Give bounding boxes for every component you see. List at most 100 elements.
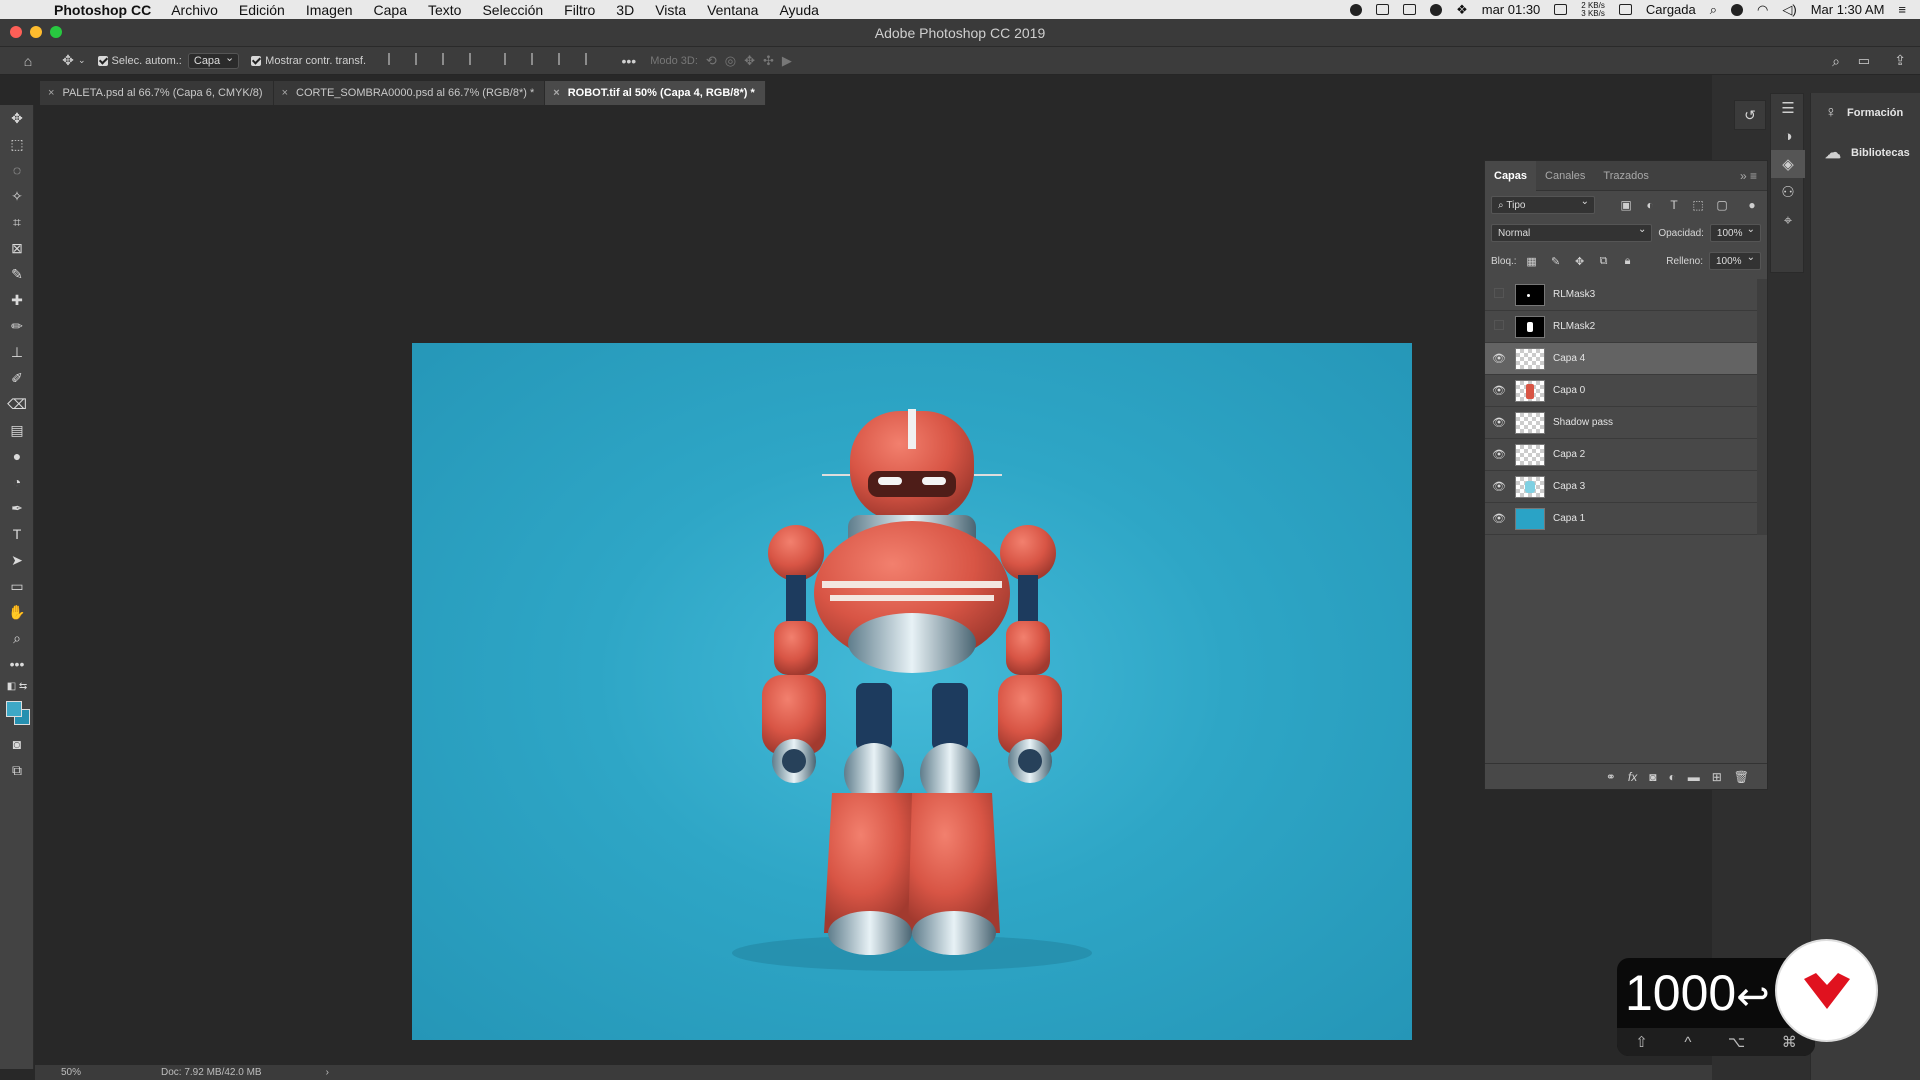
menu-ayuda[interactable]: Ayuda (779, 2, 818, 18)
tab-canales[interactable]: Canales (1536, 161, 1594, 191)
app-menu[interactable]: Photoshop CC (54, 2, 151, 18)
edit-toolbar-icon[interactable]: ••• (0, 651, 34, 677)
align-center-icon[interactable] (415, 53, 427, 65)
type-tool-icon[interactable]: T (0, 521, 34, 547)
layers-scrollbar[interactable] (1757, 279, 1767, 535)
layer-filter-type[interactable]: ⌕ Tipo (1491, 196, 1595, 214)
layer-row[interactable]: RLMask2 (1485, 311, 1757, 343)
eye-icon[interactable]: 👁︎ (1485, 416, 1513, 429)
eye-icon[interactable]: 👁︎ (1485, 512, 1513, 525)
lock-position-icon[interactable]: ✥ (1571, 255, 1589, 268)
more-options-icon[interactable]: ••• (621, 53, 636, 69)
document-canvas[interactable] (412, 343, 1412, 1040)
menu-3d[interactable]: 3D (616, 2, 634, 18)
lock-image-icon[interactable]: ✎ (1547, 255, 1565, 268)
channels-panel-icon[interactable]: ⚇ (1771, 178, 1805, 206)
menu-ventana[interactable]: Ventana (707, 2, 758, 18)
visibility-toggle[interactable] (1485, 288, 1513, 301)
layer-row[interactable]: RLMask3 (1485, 279, 1757, 311)
menu-seleccion[interactable]: Selección (482, 2, 543, 18)
home-icon[interactable]: ⌂ (20, 53, 36, 69)
align-top-icon[interactable] (504, 53, 516, 65)
zoom-tool-icon[interactable]: ⌕ (0, 625, 34, 651)
eyedropper-icon[interactable]: ✎ (0, 261, 34, 287)
delete-layer-icon[interactable]: 🗑︎ (1734, 770, 1749, 784)
screen-icon[interactable] (1403, 4, 1417, 15)
healing-brush-icon[interactable]: ✚ (0, 287, 34, 313)
cpu-graph-icon[interactable] (1554, 4, 1568, 15)
lasso-tool-icon[interactable]: ◌ (0, 157, 34, 183)
screen-mode-icon[interactable]: ⧉ (0, 757, 34, 783)
blur-tool-icon[interactable]: ● (0, 443, 34, 469)
filter-toggle-icon[interactable]: ● (1743, 198, 1761, 212)
pixel-filter-icon[interactable]: ▣ (1617, 198, 1635, 212)
fill-input[interactable]: 100% (1709, 252, 1761, 270)
align-bottom-icon[interactable] (558, 53, 570, 65)
new-group-icon[interactable]: ▬ (1688, 770, 1700, 784)
eye-icon[interactable]: 👁︎ (1485, 480, 1513, 493)
wifi-icon[interactable]: ◠ (1757, 2, 1768, 18)
move-tool-icon[interactable]: ✥ (60, 52, 76, 69)
dodge-tool-icon[interactable]: ◔ (0, 469, 34, 495)
align-right-icon[interactable] (442, 53, 454, 65)
distribute-vertical-icon[interactable] (585, 53, 597, 65)
hand-tool-icon[interactable]: ✋ (0, 599, 34, 625)
link-layers-icon[interactable]: ⚭ (1606, 770, 1616, 784)
pen-tool-icon[interactable]: ✒ (0, 495, 34, 521)
tab-trazados[interactable]: Trazados (1594, 161, 1657, 191)
properties-panel-icon[interactable]: ☰ (1771, 94, 1805, 122)
record-icon[interactable] (1350, 3, 1363, 16)
adjustment-filter-icon[interactable]: ◐ (1641, 198, 1659, 212)
auto-select-checkbox[interactable]: Selec. autom.: (97, 55, 182, 67)
layer-row[interactable]: 👁︎ Capa 3 (1485, 471, 1757, 503)
default-colors-icon[interactable]: ◧ ⇆ (0, 677, 34, 695)
share-icon[interactable]: ⇪ (1894, 52, 1906, 69)
tab-robot[interactable]: × ROBOT.tif al 50% (Capa 4, RGB/8*) * (545, 81, 766, 105)
marquee-tool-icon[interactable]: ⬚ (0, 131, 34, 157)
magic-wand-icon[interactable]: ✧ (0, 183, 34, 209)
move-tool-icon[interactable]: ✥ (0, 105, 34, 131)
eraser-icon[interactable]: ⌫ (0, 391, 34, 417)
lock-artboard-icon[interactable]: ⧉ (1595, 255, 1613, 268)
display-icon[interactable] (1376, 4, 1390, 15)
eye-icon[interactable]: 👁︎ (1485, 352, 1513, 365)
crop-tool-icon[interactable]: ⌗ (0, 209, 34, 235)
blend-mode-dropdown[interactable]: Normal (1491, 224, 1653, 242)
align-middle-icon[interactable] (531, 53, 543, 65)
gradient-tool-icon[interactable]: ▤ (0, 417, 34, 443)
add-mask-icon[interactable]: ◙ (1649, 770, 1656, 784)
tab-capas[interactable]: Capas (1485, 160, 1537, 191)
layer-row[interactable]: 👁︎ Capa 2 (1485, 439, 1757, 471)
close-tab-icon[interactable]: × (553, 87, 559, 99)
clone-stamp-icon[interactable]: ⊥ (0, 339, 34, 365)
adjustment-layer-icon[interactable]: ◐ (1668, 770, 1675, 784)
collapse-panel-icon[interactable]: » ≡ (1740, 169, 1757, 183)
creative-cloud-icon[interactable] (1430, 3, 1443, 16)
type-filter-icon[interactable]: T (1665, 198, 1683, 212)
tab-paleta[interactable]: × PALETA.psd al 66.7% (Capa 6, CMYK/8) (40, 81, 274, 105)
notification-center-icon[interactable]: ≡ (1898, 2, 1906, 17)
volume-icon[interactable]: ◁) (1782, 2, 1796, 18)
lock-transparent-icon[interactable]: ▦ (1523, 255, 1541, 268)
frame-tool-icon[interactable]: ⊠ (0, 235, 34, 261)
history-brush-icon[interactable]: ✐ (0, 365, 34, 391)
search-icon[interactable]: ⌕ (1832, 53, 1840, 70)
opacity-input[interactable]: 100% (1709, 224, 1761, 242)
menu-capa[interactable]: Capa (374, 2, 407, 18)
close-tab-icon[interactable]: × (282, 87, 288, 99)
auto-select-dropdown[interactable]: Capa (187, 51, 240, 69)
layer-row[interactable]: 👁︎ Shadow pass (1485, 407, 1757, 439)
search-icon[interactable]: ⌕ (1710, 2, 1717, 18)
show-transform-checkbox[interactable]: Mostrar contr. transf. (251, 55, 366, 67)
smart-object-filter-icon[interactable]: ▢ (1713, 198, 1731, 212)
quick-mask-icon[interactable]: ◙ (0, 731, 34, 757)
align-left-icon[interactable] (388, 53, 400, 65)
learn-panel-button[interactable]: ♀ Formación (1811, 93, 1920, 133)
layer-row[interactable]: 👁︎ Capa 0 (1485, 375, 1757, 407)
menu-imagen[interactable]: Imagen (306, 2, 353, 18)
layers-panel-icon[interactable]: ◈ (1771, 150, 1805, 178)
workspace-icon[interactable]: ▭ (1858, 53, 1870, 69)
battery-icon[interactable] (1618, 4, 1632, 15)
paths-panel-icon[interactable]: ⌖ (1771, 206, 1805, 234)
status-menu-arrow[interactable]: › (326, 1067, 329, 1078)
